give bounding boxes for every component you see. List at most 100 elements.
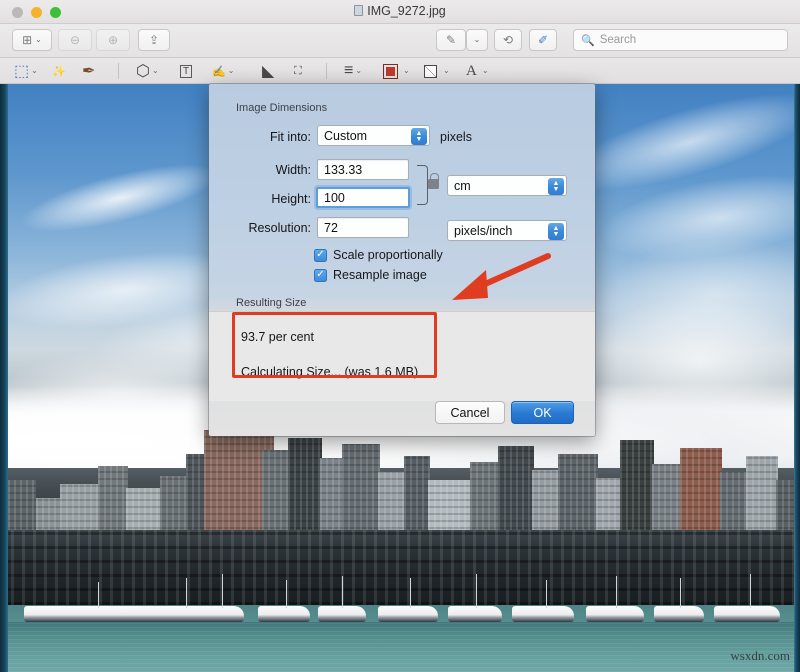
chevron-down-icon: ⌄ (443, 67, 450, 75)
sketch-pen-icon: ✒ (82, 61, 95, 81)
height-label: Height: (231, 192, 311, 206)
shapes-tool-button[interactable]: ⬡ ⌄ (136, 61, 159, 81)
text-style-button[interactable]: A ⌄ (466, 61, 489, 81)
cloud-wisp (596, 162, 800, 274)
stepper-down-icon: ▼ (553, 187, 560, 193)
window-titlebar: IMG_9272.jpg (0, 0, 800, 24)
adjust-color-icon: ◣ (262, 61, 274, 81)
scale-proportionally-checkbox[interactable]: ✓ Scale proportionally (314, 248, 443, 262)
border-color-button[interactable]: ⌄ (384, 61, 410, 81)
shape-style-button[interactable]: ≡ ⌄ (344, 61, 362, 81)
fill-color-icon (424, 65, 437, 78)
cancel-button-label: Cancel (451, 406, 490, 420)
chevron-down-icon: ⌄ (474, 36, 481, 44)
markup-pen-icon: ✎ (446, 33, 456, 47)
sidebar-icon: ⊞ (22, 33, 32, 47)
adjust-color-tool-button[interactable]: ◣ (262, 61, 274, 81)
chevron-down-icon: ⌄ (228, 67, 235, 75)
scale-proportionally-label: Scale proportionally (333, 248, 443, 262)
size-unit-select[interactable]: cm ▲ ▼ (447, 175, 567, 196)
sign-tool-button[interactable]: ✍ ⌄ (212, 61, 234, 81)
lock-closed-icon (428, 179, 439, 189)
chevron-down-icon: ⌄ (482, 67, 489, 75)
image-dimensions-section-title: Image Dimensions (236, 102, 327, 114)
markup-menu-button[interactable]: ⌄ (466, 29, 488, 51)
width-label: Width: (231, 163, 311, 177)
zoom-out-icon: ⊖ (70, 33, 80, 47)
text-style-A-icon: A (466, 63, 477, 80)
harbour-water (0, 622, 800, 672)
chevron-down-icon: ⌄ (31, 67, 38, 75)
resolution-input[interactable]: 72 (317, 217, 409, 238)
chevron-down-icon: ⌄ (35, 36, 42, 44)
cancel-button[interactable]: Cancel (435, 401, 505, 424)
window-title: IMG_9272.jpg (0, 4, 800, 18)
toolbar-divider (118, 63, 119, 79)
cloud-wisp (17, 151, 222, 244)
share-button[interactable]: ⇪ (138, 29, 170, 51)
resample-image-checkbox[interactable]: ✓ Resample image (314, 268, 427, 282)
sidebar-toggle-button[interactable]: ⊞⌄ (12, 29, 52, 51)
resolution-unit-select[interactable]: pixels/inch ▲ ▼ (447, 220, 567, 241)
photo-left-edge (0, 82, 8, 672)
annotate-button[interactable]: ✐ (529, 29, 557, 51)
fit-into-select[interactable]: Custom ▲ ▼ (317, 125, 430, 146)
magic-wand-icon: ✨ (52, 65, 66, 78)
signature-icon: ✍ (212, 65, 226, 78)
fill-color-button[interactable]: ⌄ (424, 61, 450, 81)
toolbar-divider (326, 63, 327, 79)
rotate-button[interactable]: ⟲ (494, 29, 522, 51)
annotate-icon: ✐ (538, 33, 548, 47)
text-tool-button[interactable]: T (180, 61, 192, 81)
resulting-percent-text: 93.7 per cent (241, 330, 314, 344)
resulting-size-section-title: Resulting Size (236, 297, 306, 309)
rotate-icon: ⟲ (503, 33, 513, 47)
ok-button[interactable]: OK (511, 401, 574, 424)
height-value: 100 (324, 191, 345, 205)
adjust-size-icon: ⛶ (294, 65, 302, 78)
chevron-down-icon: ⌄ (152, 67, 159, 75)
photo-right-edge (794, 82, 800, 672)
preview-app-window: IMG_9272.jpg ⊞⌄ ⊖ ⊕ ⇪ ✎ ⌄ ⟲ ✐ 🔍 Searc (0, 0, 800, 672)
lock-bracket (417, 165, 428, 205)
stepper-down-icon: ▼ (553, 232, 560, 238)
zoom-in-button[interactable]: ⊕ (96, 29, 130, 51)
window-title-text: IMG_9272.jpg (367, 4, 446, 18)
checkbox-checked-icon: ✓ (314, 249, 327, 262)
resolution-unit-value: pixels/inch (454, 224, 512, 238)
main-toolbar: ⊞⌄ ⊖ ⊕ ⇪ ✎ ⌄ ⟲ ✐ 🔍 Search (0, 24, 800, 58)
selection-tool-button[interactable]: ⬚ ⌄ (14, 61, 38, 81)
resample-image-label: Resample image (333, 268, 427, 282)
fit-into-value: Custom (324, 129, 367, 143)
resulting-size-text: Calculating Size... (was 1.6 MB) (241, 365, 418, 379)
resolution-unit-stepper[interactable]: ▲ ▼ (548, 223, 564, 240)
shapes-icon: ⬡ (136, 61, 150, 81)
fit-into-label: Fit into: (239, 130, 311, 144)
stepper-down-icon: ▼ (416, 137, 423, 143)
instant-alpha-tool-button[interactable]: ✨ (52, 61, 66, 81)
size-unit-stepper[interactable]: ▲ ▼ (548, 178, 564, 195)
markup-toolbar: ⬚ ⌄ ✨ ✒ ⬡ ⌄ T ✍ ⌄ ◣ ⛶ ≡ ⌄ (0, 58, 800, 84)
zoom-out-button[interactable]: ⊖ (58, 29, 92, 51)
width-value: 133.33 (324, 163, 362, 177)
search-field[interactable]: 🔍 Search (573, 29, 788, 51)
adjust-size-tool-button[interactable]: ⛶ (294, 61, 302, 81)
sketch-tool-button[interactable]: ✒ (82, 61, 95, 81)
watermark-text: wsxdn.com (730, 648, 790, 664)
height-input[interactable]: 100 (316, 187, 410, 208)
ok-button-label: OK (533, 406, 551, 420)
fit-into-stepper[interactable]: ▲ ▼ (411, 128, 427, 145)
markup-button[interactable]: ✎ (436, 29, 466, 51)
zoom-in-icon: ⊕ (108, 33, 118, 47)
resulting-size-panel: 93.7 per cent Calculating Size... (was 1… (209, 311, 595, 401)
border-color-swatch-icon (384, 65, 397, 78)
shape-style-lines-icon: ≡ (344, 62, 353, 80)
share-icon: ⇪ (149, 33, 159, 47)
search-placeholder: Search (600, 34, 636, 46)
search-icon: 🔍 (581, 34, 595, 47)
width-input[interactable]: 133.33 (317, 159, 409, 180)
image-file-icon (354, 5, 363, 16)
text-box-icon: T (180, 65, 192, 78)
selection-rectangle-icon: ⬚ (14, 61, 29, 81)
chevron-down-icon: ⌄ (355, 67, 362, 75)
